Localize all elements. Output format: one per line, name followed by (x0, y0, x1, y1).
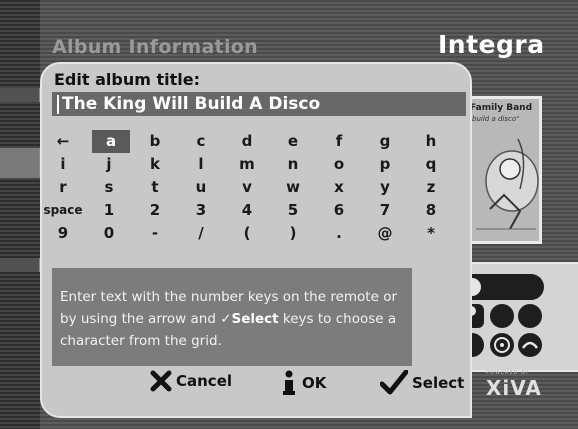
key-3-1[interactable]: 1 (86, 199, 132, 222)
key-0-5[interactable]: e (270, 130, 316, 153)
key-4-7[interactable]: @ (362, 222, 408, 245)
keyboard-row: 9 0- /(). @ * (40, 222, 472, 245)
info-i-icon (283, 370, 295, 395)
left-tab (0, 258, 40, 272)
key-0-1[interactable]: a (92, 130, 130, 153)
key-4-5[interactable]: ) (270, 222, 316, 245)
album-art-image: Family Band build a disco" (470, 96, 542, 244)
check-icon: ✓ (220, 311, 232, 327)
key-0-8[interactable]: h (408, 130, 454, 153)
brand-logo: Integra (438, 30, 545, 59)
select-check-icon (380, 370, 408, 395)
keyboard-row: ijklmnopq (40, 153, 472, 176)
remote-phone-button-icon (518, 333, 542, 357)
key-3-2[interactable]: 2 (132, 199, 178, 222)
cancel-button[interactable]: Cancel (150, 370, 232, 392)
cancel-label: Cancel (176, 372, 233, 390)
key-4-2[interactable]: - (132, 222, 178, 245)
key-1-2[interactable]: k (132, 153, 178, 176)
backspace-key[interactable]: ← (40, 130, 86, 153)
key-0-6[interactable]: f (316, 130, 362, 153)
remote-round-button-icon (490, 304, 514, 328)
key-2-7[interactable]: y (362, 176, 408, 199)
keyboard-row: rstuvwxyz (40, 176, 472, 199)
key-3-8[interactable]: 8 (408, 199, 454, 222)
key-2-6[interactable]: x (316, 176, 362, 199)
ok-label: OK (302, 374, 327, 392)
key-1-4[interactable]: m (224, 153, 270, 176)
key-2-3[interactable]: u (178, 176, 224, 199)
key-1-8[interactable]: q (408, 153, 454, 176)
left-frame (0, 0, 40, 429)
key-3-6[interactable]: 6 (316, 199, 362, 222)
key-0-4[interactable]: d (224, 130, 270, 153)
key-3-7[interactable]: 7 (362, 199, 408, 222)
album-title-input[interactable]: The King Will Build A Disco (52, 92, 466, 116)
instructions-box: Enter text with the number keys on the r… (52, 268, 412, 366)
page-title: Album Information (52, 36, 258, 58)
select-button[interactable]: Select (380, 370, 464, 396)
left-tab (0, 148, 40, 178)
character-grid: ← a b c d e f g h i j k l m n o p q r s t u v w x y z space 1 2 3 4 5 6 7 8… (40, 130, 472, 245)
key-1-5[interactable]: n (270, 153, 316, 176)
key-2-4[interactable]: v (224, 176, 270, 199)
keyboard-row: space 1 2 3 4 5 6 7 8 (40, 199, 472, 222)
key-3-3[interactable]: 3 (178, 199, 224, 222)
key-3-5[interactable]: 5 (270, 199, 316, 222)
xiva-brand: XiVA (486, 376, 542, 400)
edit-title-label: Edit album title: (54, 70, 200, 89)
key-4-3[interactable]: / (178, 222, 224, 245)
key-4-8[interactable]: * (408, 222, 454, 245)
key-1-1[interactable]: j (86, 153, 132, 176)
key-0-2[interactable]: b (132, 130, 178, 153)
select-label: Select (412, 374, 465, 392)
key-0-3[interactable]: c (178, 130, 224, 153)
key-1-0[interactable]: i (40, 153, 86, 176)
key-2-0[interactable]: r (40, 176, 86, 199)
key-3-4[interactable]: 4 (224, 199, 270, 222)
key-1-3[interactable]: l (178, 153, 224, 176)
key-4-6[interactable]: . (316, 222, 362, 245)
key-4-4[interactable]: ( (224, 222, 270, 245)
key-4-1[interactable]: 0 (86, 222, 132, 245)
space-key[interactable]: space (40, 199, 86, 222)
album-art-illustration (476, 138, 539, 230)
key-2-8[interactable]: z (408, 176, 454, 199)
remote-round-button-icon (518, 304, 542, 328)
key-1-6[interactable]: o (316, 153, 362, 176)
left-tab (0, 88, 40, 102)
cancel-x-icon (150, 370, 172, 392)
keyboard-row: ← a b c d e f g h (40, 130, 472, 153)
instructions-select-word: Select (231, 311, 279, 327)
key-1-7[interactable]: p (362, 153, 408, 176)
screen: Album Information Integra Family Band bu… (0, 0, 578, 429)
powered-by-logo: POWERED BY XiVA (486, 370, 556, 400)
text-cursor (57, 95, 59, 114)
ok-button[interactable]: OK (280, 370, 326, 396)
key-4-0[interactable]: 9 (40, 222, 86, 245)
key-2-5[interactable]: w (270, 176, 316, 199)
footer-actions: Cancel OK Select (40, 370, 472, 410)
key-0-7[interactable]: g (362, 130, 408, 153)
key-2-2[interactable]: t (132, 176, 178, 199)
key-2-1[interactable]: s (86, 176, 132, 199)
